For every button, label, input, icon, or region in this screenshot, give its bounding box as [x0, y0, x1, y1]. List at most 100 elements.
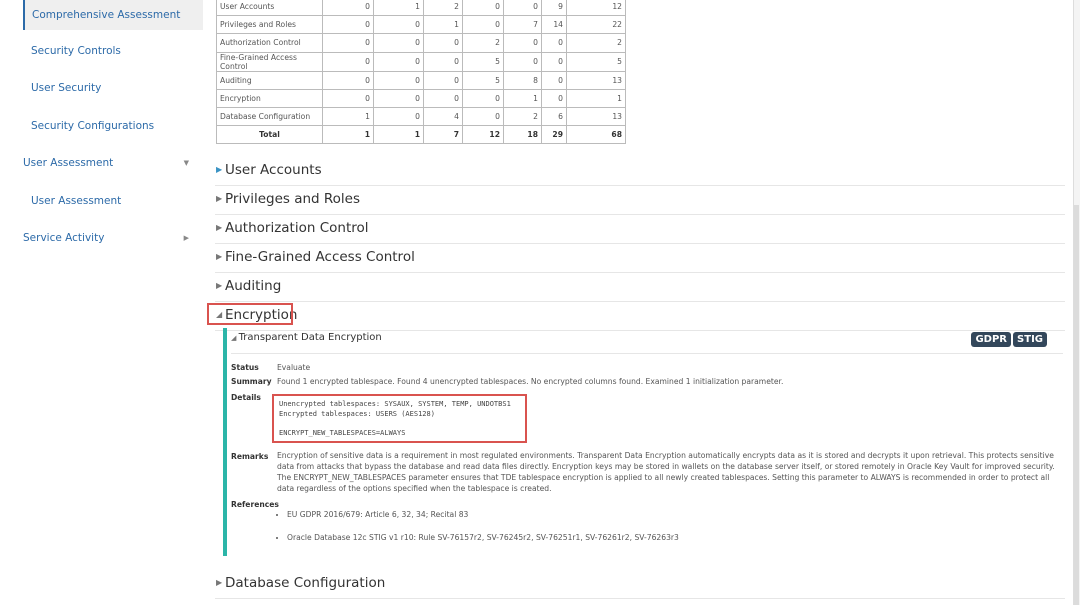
status-label: Status: [231, 363, 259, 372]
cell-value: 13: [566, 70, 626, 90]
sidebar-item-label: Service Activity: [23, 232, 105, 244]
scrollbar-thumb[interactable]: [1074, 205, 1079, 605]
table-row: Auditing 0 0 0 5 8 0 13: [216, 70, 626, 90]
sidebar: Comprehensive Assessment Security Contro…: [0, 0, 205, 605]
section-fine-grained-access-control[interactable]: ▶ Fine-Grained Access Control: [215, 244, 1065, 273]
gdpr-badge: GDPR: [971, 332, 1011, 347]
encryption-highlight: [207, 303, 293, 325]
row-name: Fine-Grained Access Control: [216, 51, 323, 72]
section-encryption[interactable]: ◢ Encryption: [215, 302, 1065, 331]
cell-value: 0: [423, 33, 463, 53]
row-name: Encryption: [216, 88, 323, 108]
cell-value: 2: [462, 33, 504, 53]
remarks-label: Remarks: [231, 452, 269, 461]
cell-value: 7: [503, 15, 542, 35]
row-name: Auditing: [216, 70, 323, 90]
details-value: Unencrypted tablespaces: SYSAUX, SYSTEM,…: [272, 394, 527, 443]
cell-value: 29: [541, 125, 567, 145]
section-authorization-control[interactable]: ▶ Authorization Control: [215, 215, 1065, 244]
cell-value: 0: [373, 88, 424, 108]
row-name: User Accounts: [216, 0, 323, 17]
collapsed-triangle-icon: ▶: [216, 578, 223, 587]
chevron-right-icon: ▶: [183, 234, 189, 242]
sidebar-item-label: Security Configurations: [31, 120, 155, 132]
collapsed-triangle-icon: ▶: [216, 194, 223, 203]
cell-value: 1: [423, 15, 463, 35]
sidebar-item-label: User Assessment: [31, 195, 122, 207]
cell-value: 0: [462, 88, 504, 108]
cell-value: 0: [322, 15, 374, 35]
divider: [231, 353, 1063, 354]
sidebar-item-comprehensive-assessment[interactable]: Comprehensive Assessment: [23, 0, 203, 30]
references-list: EU GDPR 2016/679: Article 6, 32, 34; Rec…: [287, 510, 679, 556]
sidebar-item-label: Comprehensive Assessment: [32, 9, 181, 21]
cell-value: 0: [541, 88, 567, 108]
sidebar-group-user-assessment[interactable]: User Assessment ▼: [23, 148, 193, 178]
collapsed-triangle-icon: ▶: [216, 252, 223, 261]
section-title: User Accounts: [225, 162, 322, 178]
stig-badge: STIG: [1013, 332, 1047, 347]
collapsed-triangle-icon: ▶: [216, 281, 223, 290]
sidebar-group-service-activity[interactable]: Service Activity ▶: [23, 223, 193, 253]
cell-value: 0: [541, 51, 567, 72]
summary-label: Summary: [231, 377, 272, 386]
cell-value: 0: [423, 70, 463, 90]
cell-value: 0: [322, 88, 374, 108]
sidebar-item-user-assessment[interactable]: User Assessment: [23, 186, 203, 216]
cell-value: 1: [322, 125, 374, 145]
cell-value: 18: [503, 125, 542, 145]
cell-value: 1: [566, 88, 626, 108]
sidebar-item-label: User Assessment: [23, 157, 114, 169]
cell-value: 1: [322, 106, 374, 127]
cell-value: 7: [423, 125, 463, 145]
cell-value: 0: [541, 33, 567, 53]
cell-value: 0: [462, 106, 504, 127]
cell-value: 0: [322, 33, 374, 53]
cell-value: 14: [541, 15, 567, 35]
cell-value: 12: [462, 125, 504, 145]
collapsed-triangle-icon: ▶: [216, 223, 223, 232]
table-row: Privileges and Roles 0 0 1 0 7 14 22: [216, 15, 626, 35]
finding-transparent-data-encryption: ◢ Transparent Data Encryption GDPR STIG …: [223, 328, 1063, 556]
cell-value: 0: [373, 51, 424, 72]
cell-value: 9: [541, 0, 567, 17]
cell-value: 0: [373, 106, 424, 127]
sidebar-item-label: Security Controls: [31, 45, 121, 57]
section-database-configuration[interactable]: ▶ Database Configuration: [215, 570, 1065, 599]
sidebar-item-security-controls[interactable]: Security Controls: [23, 36, 203, 66]
cell-value: 0: [423, 51, 463, 72]
cell-value: 2: [423, 0, 463, 17]
cell-value: 5: [462, 51, 504, 72]
table-row: User Accounts 0 1 2 0 0 9 12: [216, 0, 626, 17]
table-row: Total 1 1 7 12 18 29 68: [216, 125, 626, 145]
section-title: Authorization Control: [225, 220, 369, 236]
finding-header[interactable]: ◢ Transparent Data Encryption: [231, 332, 382, 343]
finding-title: Transparent Data Encryption: [238, 332, 382, 343]
cell-value: 1: [503, 88, 542, 108]
table-row: Fine-Grained Access Control 0 0 0 5 0 0 5: [216, 51, 626, 72]
cell-value: 12: [566, 0, 626, 17]
row-name: Database Configuration: [216, 106, 323, 127]
details-label: Details: [231, 393, 261, 402]
cell-value: 4: [423, 106, 463, 127]
sidebar-item-user-security[interactable]: User Security: [23, 73, 203, 103]
section-user-accounts[interactable]: ▶ User Accounts: [215, 157, 1065, 186]
cell-value: 0: [503, 33, 542, 53]
cell-value: 5: [566, 51, 626, 72]
table-row: Authorization Control 0 0 0 2 0 0 2: [216, 33, 626, 53]
reference-item: EU GDPR 2016/679: Article 6, 32, 34; Rec…: [287, 510, 679, 519]
section-privileges-and-roles[interactable]: ▶ Privileges and Roles: [215, 186, 1065, 215]
cell-value: 0: [503, 0, 542, 17]
references-label: References: [231, 500, 279, 509]
cell-value: 0: [373, 70, 424, 90]
remarks-value: Encryption of sensitive data is a requir…: [277, 451, 1055, 493]
table-row: Database Configuration 1 0 4 0 2 6 13: [216, 106, 626, 127]
cell-value: 68: [566, 125, 626, 145]
section-auditing[interactable]: ▶ Auditing: [215, 273, 1065, 302]
cell-value: 1: [373, 0, 424, 17]
status-value: Evaluate: [277, 363, 311, 372]
cell-value: 1: [373, 125, 424, 145]
summary-value: Found 1 encrypted tablespace. Found 4 un…: [277, 377, 784, 386]
sidebar-item-security-configurations[interactable]: Security Configurations: [23, 111, 203, 141]
cell-value: 0: [322, 51, 374, 72]
